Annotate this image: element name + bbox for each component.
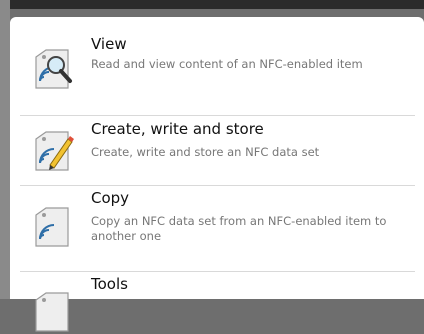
tag-tools-icon xyxy=(35,292,69,332)
tag-magnifier-icon xyxy=(35,49,72,89)
menu-item-description: Copy an NFC data set from an NFC-enabled… xyxy=(91,214,387,243)
menu-item-title: Create, write and store xyxy=(91,120,264,138)
menu-item-create[interactable]: Create, write and store Create, write an… xyxy=(10,116,424,185)
menu-item-copy[interactable]: Copy Copy an NFC data set from an NFC-en… xyxy=(10,186,424,271)
menu-item-description: Read and view content of an NFC-enabled … xyxy=(91,57,363,71)
menu-item-tools[interactable]: Tools xyxy=(10,272,424,332)
tag-pencil-icon xyxy=(35,131,74,171)
status-bar xyxy=(0,0,424,9)
menu-item-title: View xyxy=(91,35,127,53)
menu-item-description: Create, write and store an NFC data set xyxy=(91,145,320,159)
menu-panel: View Read and view content of an NFC-ena… xyxy=(10,17,424,332)
menu-item-view[interactable]: View Read and view content of an NFC-ena… xyxy=(10,17,424,115)
menu-item-title: Copy xyxy=(91,189,130,207)
tag-copy-icon xyxy=(35,207,69,247)
background-edge xyxy=(0,0,10,299)
menu-item-title: Tools xyxy=(91,275,128,293)
